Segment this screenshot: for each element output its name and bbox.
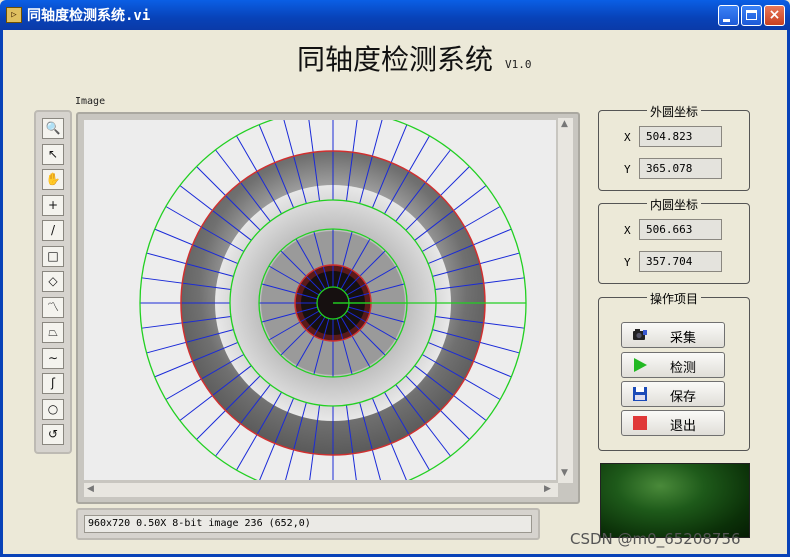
outer-y-value: 365.078: [639, 158, 722, 179]
annulus-tool-button[interactable]: ↺: [42, 424, 64, 445]
pointer-button[interactable]: ↖: [42, 143, 64, 165]
inner-y-value: 357.704: [639, 251, 722, 272]
play-icon: [634, 358, 647, 372]
freehand-line-tool-button[interactable]: ∼: [42, 347, 64, 369]
acquire-button[interactable]: 采集: [621, 322, 725, 348]
crosshair-point-icon: +: [47, 197, 59, 212]
close-button[interactable]: ×: [764, 5, 785, 26]
scroll-up-arrow-icon[interactable]: ▲: [561, 119, 568, 129]
labview-vi-icon: ▷: [6, 7, 22, 23]
zoom-button[interactable]: 🔍: [42, 118, 64, 139]
oval-tool-icon: ○: [47, 401, 59, 416]
image-info-text: 960x720 0.50X 8-bit image 236 (652,0): [84, 515, 532, 533]
polygon-tool-icon: ⏢: [48, 325, 58, 339]
rotated-rectangle-tool-icon: ◇: [48, 274, 58, 288]
line-tool-icon: /: [50, 223, 56, 237]
close-icon: ×: [768, 7, 781, 23]
image-canvas[interactable]: [84, 120, 556, 480]
scroll-right-arrow-icon[interactable]: ▶: [544, 484, 551, 494]
save-label: 保存: [670, 390, 697, 405]
crosshair-point-button[interactable]: +: [42, 194, 64, 216]
freehand-line-tool-icon: ∼: [47, 350, 59, 365]
rectangle-tool-button[interactable]: □: [42, 245, 64, 267]
inspection-image[interactable]: [84, 120, 556, 480]
annulus-tool-icon: ↺: [47, 427, 59, 441]
operations-group-title: 操作项目: [646, 292, 701, 306]
pan-hand-button[interactable]: ✋: [42, 169, 64, 190]
camera-icon: [633, 329, 647, 340]
outer-circle-group: 外圆坐标 X 504.823 Y 365.078: [598, 105, 750, 191]
pointer-icon: ↖: [47, 146, 59, 161]
floppy-disk-icon: [633, 387, 647, 401]
exit-button[interactable]: 退出: [621, 410, 725, 436]
line-tool-button[interactable]: /: [42, 220, 64, 241]
image-info-bar: 960x720 0.50X 8-bit image 236 (652,0): [76, 508, 540, 540]
freehand-region-tool-icon: ʃ: [50, 376, 56, 390]
image-tool-palette: 🔍 ↖ ✋ + / □ ◇ 〽 ⏢ ∼ ʃ ○ ↺: [34, 110, 72, 454]
inspect-button[interactable]: 检测: [621, 352, 725, 378]
inner-y-label: Y: [624, 256, 631, 269]
freehand-region-tool-button[interactable]: ʃ: [42, 373, 64, 394]
inspect-label: 检测: [670, 361, 697, 376]
outer-circle-group-title: 外圆坐标: [646, 105, 701, 119]
polyline-tool-icon: 〽: [46, 299, 59, 314]
horizontal-scrollbar[interactable]: ◀ ▶: [84, 483, 558, 497]
status-indicator-light: [600, 463, 750, 538]
acquire-label: 采集: [670, 331, 697, 346]
polygon-tool-button[interactable]: ⏢: [42, 322, 64, 343]
inner-x-label: X: [624, 224, 631, 237]
minimize-button[interactable]: [718, 5, 739, 26]
exit-label: 退出: [670, 419, 697, 434]
operations-group: 操作项目 采集 检测 保存 退出: [598, 292, 750, 451]
inner-x-value: 506.663: [639, 219, 722, 240]
oval-tool-button[interactable]: ○: [42, 398, 64, 420]
save-button[interactable]: 保存: [621, 381, 725, 407]
scroll-down-arrow-icon[interactable]: ▼: [561, 468, 568, 478]
watermark: CSDN @m0_65208756: [570, 530, 741, 548]
maximize-button[interactable]: [741, 5, 762, 26]
inner-circle-group-title: 内圆坐标: [646, 198, 701, 212]
version-label: V1.0: [505, 58, 532, 71]
outer-y-label: Y: [624, 163, 631, 176]
rotated-rectangle-tool-button[interactable]: ◇: [42, 271, 64, 292]
window-title: 同轴度检测系统.vi: [27, 8, 151, 24]
stop-icon: [633, 416, 647, 430]
pan-hand-icon: ✋: [45, 172, 61, 186]
outer-x-value: 504.823: [639, 126, 722, 147]
polyline-tool-button[interactable]: 〽: [42, 296, 64, 318]
app-title: 同轴度检测系统: [297, 43, 494, 76]
inner-circle-group: 内圆坐标 X 506.663 Y 357.704: [598, 198, 750, 284]
outer-x-label: X: [624, 131, 631, 144]
rectangle-tool-icon: □: [47, 248, 59, 263]
scroll-left-arrow-icon[interactable]: ◀: [87, 484, 94, 494]
title-bar: ▷ 同轴度检测系统.vi ×: [0, 0, 790, 30]
zoom-icon: 🔍: [45, 121, 61, 135]
vertical-scrollbar[interactable]: ▲ ▼: [558, 118, 573, 483]
image-display-label: Image: [75, 96, 106, 107]
